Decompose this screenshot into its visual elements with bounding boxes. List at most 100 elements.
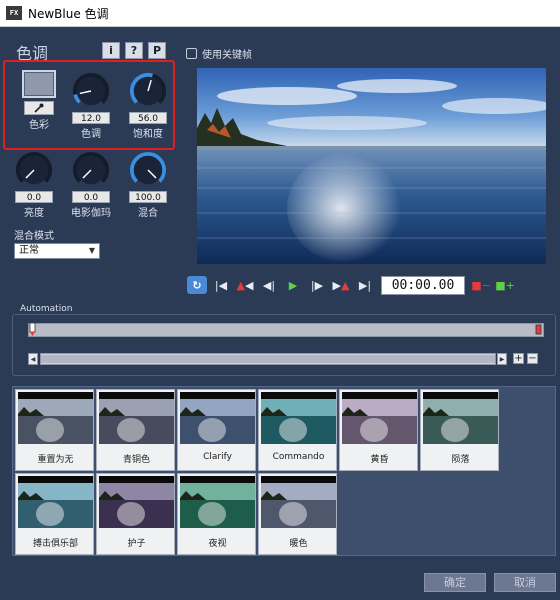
knob-film-gamma: 0.0 电影伽玛 <box>65 151 117 219</box>
preset-tile[interactable]: 搏击俱乐部 <box>15 473 94 555</box>
preset-name: 重置为无 <box>37 455 74 465</box>
use-keyframes-label: 使用关键帧 <box>202 50 252 61</box>
preset-preview-image <box>261 476 336 528</box>
next-keyframe-icon: ▲ <box>341 278 350 292</box>
preset-tile[interactable]: 护子 <box>96 473 175 555</box>
preset-thumbnail <box>342 392 417 444</box>
info-button[interactable]: i <box>102 42 120 59</box>
brightness-value[interactable]: 0.0 <box>15 191 53 203</box>
timeline-scrollbar[interactable] <box>40 353 496 365</box>
preset-thumbnail <box>261 392 336 444</box>
preset-gallery: 重置为无 青铜色 Clarify Commando 黄昏 陨落 搏击俱乐部 护子… <box>12 386 556 556</box>
loop-icon: ↻ <box>192 278 202 292</box>
lake-scene-image <box>197 68 546 264</box>
play-icon: ▶ <box>288 278 298 292</box>
start-keyframe-marker-icon[interactable] <box>29 323 37 337</box>
preset-tile[interactable]: Clarify <box>177 389 256 471</box>
step-back-icon: ◀| <box>262 278 276 292</box>
use-keyframes-checkbox[interactable] <box>186 48 197 59</box>
window-title: NewBlue 色调 <box>28 6 109 21</box>
preset-preview-image <box>423 392 498 444</box>
cancel-button[interactable]: 取消 <box>494 573 556 592</box>
skip-end-icon: ▶| <box>358 278 372 292</box>
knob-mix: 100.0 混合 <box>122 151 174 219</box>
zoom-in-button[interactable]: + <box>513 353 524 364</box>
preset-thumbnail <box>180 392 255 444</box>
preset-thumbnail <box>180 476 255 528</box>
scrollbar-thumb[interactable] <box>41 355 495 363</box>
preset-name: 黄昏 <box>370 455 389 465</box>
preset-thumbnail <box>423 392 498 444</box>
knob-brightness: 0.0 亮度 <box>8 151 60 219</box>
zoom-out-button[interactable]: − <box>527 353 538 364</box>
blend-mode-select[interactable]: 正常 ▼ <box>14 243 100 259</box>
preset-tile[interactable]: Commando <box>258 389 337 471</box>
preset-tile[interactable]: 黄昏 <box>339 389 418 471</box>
previous-keyframe-button[interactable]: ▲ ◀ <box>235 276 255 294</box>
go-to-start-button[interactable]: |◀ <box>211 276 231 294</box>
go-to-end-button[interactable]: ▶| <box>355 276 375 294</box>
scroll-left-button[interactable]: ◀ <box>28 353 38 365</box>
preset-preview-image <box>261 392 336 444</box>
next-keyframe-button[interactable]: ▶ ▲ <box>331 276 351 294</box>
preset-button[interactable]: P <box>148 42 166 59</box>
brightness-label: 亮度 <box>24 208 44 219</box>
film-gamma-value[interactable]: 0.0 <box>72 191 110 203</box>
use-keyframes-option[interactable]: 使用关键帧 <box>186 46 252 61</box>
preset-preview-image <box>180 392 255 444</box>
preset-preview-image <box>99 392 174 444</box>
timecode-display[interactable]: 00:00.00 <box>381 275 465 295</box>
video-preview <box>197 68 546 264</box>
brightness-knob[interactable] <box>15 151 53 189</box>
preset-name: 陨落 <box>451 455 470 465</box>
preset-preview-image <box>342 392 417 444</box>
chevron-down-icon: ▼ <box>88 246 95 255</box>
preset-preview-image <box>18 392 93 444</box>
title-bar: FX NewBlue 色调 <box>0 0 560 27</box>
mix-value[interactable]: 100.0 <box>129 191 167 203</box>
preset-tile[interactable]: 夜视 <box>177 473 256 555</box>
preset-thumbnail <box>18 392 93 444</box>
preset-preview-image <box>99 476 174 528</box>
preset-tile[interactable]: 暖色 <box>258 473 337 555</box>
automation-track[interactable] <box>28 323 544 337</box>
end-keyframe-marker-icon[interactable] <box>535 323 543 337</box>
preset-name: Commando <box>272 452 325 462</box>
preset-name: 暖色 <box>289 539 308 549</box>
preset-name: 护子 <box>127 539 146 549</box>
transport-controls: ↻ |◀ ▲ ◀ ◀| ▶ |▶ ▶ ▲ ▶| 00:00.00 ■− ■+ <box>187 275 555 295</box>
preset-name: 青铜色 <box>122 455 150 465</box>
preset-tile[interactable]: 青铜色 <box>96 389 175 471</box>
blend-mode-label: 混合模式 <box>14 231 54 242</box>
app-icon: FX <box>6 6 22 20</box>
scroll-right-icon: ▶ <box>499 355 505 363</box>
play-button[interactable]: ▶ <box>283 276 303 294</box>
help-button[interactable]: ? <box>125 42 143 59</box>
preset-tile[interactable]: 重置为无 <box>15 389 94 471</box>
film-gamma-label: 电影伽玛 <box>71 208 111 219</box>
minus-icon: − <box>528 353 537 364</box>
remove-keyframe-button[interactable]: ■− <box>471 276 491 294</box>
add-keyframe-icon: ■+ <box>495 278 515 292</box>
step-forward-button[interactable]: |▶ <box>307 276 327 294</box>
film-gamma-knob[interactable] <box>72 151 110 189</box>
preset-name: 夜视 <box>208 539 227 549</box>
scroll-right-button[interactable]: ▶ <box>497 353 507 365</box>
preset-name: 搏击俱乐部 <box>32 539 78 549</box>
preset-preview-image <box>180 476 255 528</box>
loop-button[interactable]: ↻ <box>187 276 207 294</box>
remove-keyframe-icon: ■− <box>471 278 491 292</box>
preset-name: Clarify <box>203 452 232 462</box>
mix-knob[interactable] <box>129 151 167 189</box>
preset-tile[interactable]: 陨落 <box>420 389 499 471</box>
add-keyframe-button[interactable]: ■+ <box>495 276 515 294</box>
step-back-button[interactable]: ◀| <box>259 276 279 294</box>
mix-label: 混合 <box>138 208 158 219</box>
prev-keyframe-icon: ▲ <box>236 278 245 292</box>
preset-thumbnail <box>261 476 336 528</box>
blend-mode-value: 正常 <box>19 245 39 256</box>
preset-preview-image <box>18 476 93 528</box>
ok-button[interactable]: 确定 <box>424 573 486 592</box>
preset-thumbnail <box>99 476 174 528</box>
plus-icon: + <box>514 353 523 364</box>
